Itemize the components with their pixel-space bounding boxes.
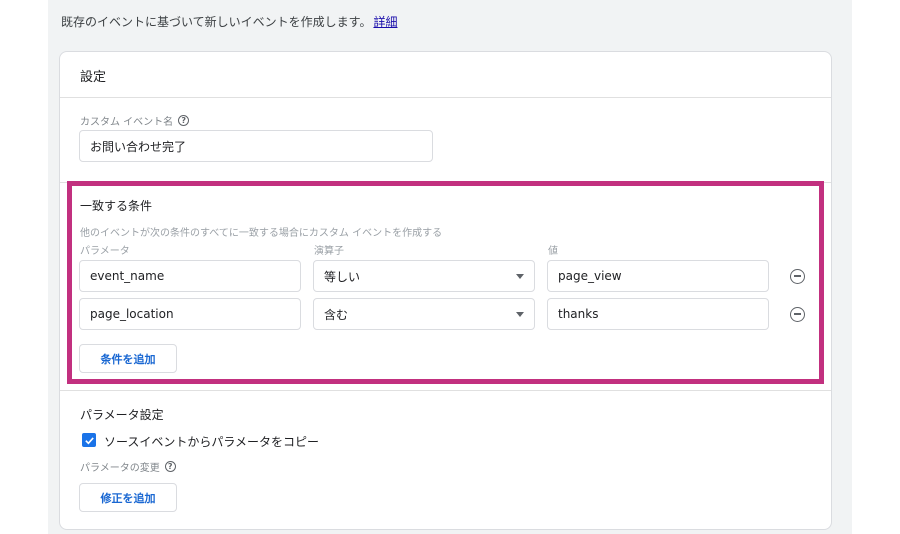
- help-icon[interactable]: ?: [178, 115, 190, 126]
- add-condition-button[interactable]: 条件を追加: [79, 344, 177, 373]
- remove-condition-icon[interactable]: [790, 307, 805, 322]
- copy-params-label: ソースイベントからパラメータをコピー: [104, 435, 320, 449]
- params-divider: [60, 390, 831, 391]
- condition-parameter-value: event_name: [90, 269, 165, 283]
- condition-operator-value: 含む: [324, 307, 349, 322]
- custom-event-name-input[interactable]: お問い合わせ完了: [79, 130, 433, 162]
- dropdown-caret-icon: [516, 311, 524, 317]
- condition-operator-select[interactable]: 含む: [313, 298, 535, 330]
- check-icon: [84, 436, 94, 444]
- condition-parameter-input[interactable]: page_location: [79, 298, 301, 330]
- custom-event-name-label-text: カスタム イベント名: [80, 117, 174, 128]
- condition-value-text: page_view: [558, 269, 622, 283]
- param-modify-label: パラメータの変更 ?: [80, 459, 176, 474]
- conditions-description: 他のイベントが次の条件のすべてに一致する場合にカスタム イベントを作成する: [80, 228, 443, 239]
- details-link[interactable]: 詳細: [373, 15, 397, 29]
- condition-parameter-input[interactable]: event_name: [79, 260, 301, 292]
- condition-parameter-value: page_location: [90, 307, 174, 321]
- dropdown-caret-icon: [516, 273, 524, 279]
- condition-value-text: thanks: [558, 307, 599, 321]
- value-column-header: 値: [548, 246, 558, 257]
- conditions-title: 一致する条件: [80, 199, 153, 213]
- copy-params-checkbox[interactable]: [82, 433, 96, 447]
- remove-condition-icon[interactable]: [790, 269, 805, 284]
- condition-operator-value: 等しい: [324, 269, 361, 284]
- condition-value-input[interactable]: page_view: [547, 260, 769, 292]
- condition-value-input[interactable]: thanks: [547, 298, 769, 330]
- intro-description: 既存のイベントに基づいて新しいイベントを作成します。: [61, 15, 372, 29]
- intro-text: 既存のイベントに基づいて新しいイベントを作成します。 詳細: [61, 13, 397, 30]
- param-modify-label-text: パラメータの変更: [80, 463, 160, 474]
- custom-event-name-label: カスタム イベント名 ?: [80, 113, 190, 128]
- header-divider: [60, 97, 831, 98]
- help-icon[interactable]: ?: [164, 461, 176, 472]
- settings-card: 設定 カスタム イベント名 ? お問い合わせ完了 一致する条件 他のイベントが次…: [59, 51, 832, 530]
- add-modification-button[interactable]: 修正を追加: [79, 483, 177, 512]
- operator-column-header: 演算子: [314, 246, 344, 257]
- custom-event-name-value: お問い合わせ完了: [90, 139, 187, 154]
- card-title: 設定: [80, 70, 107, 85]
- condition-operator-select[interactable]: 等しい: [313, 260, 535, 292]
- parameter-column-header: パラメータ: [80, 246, 130, 257]
- conditions-divider: [60, 182, 831, 183]
- param-settings-title: パラメータ設定: [80, 408, 164, 422]
